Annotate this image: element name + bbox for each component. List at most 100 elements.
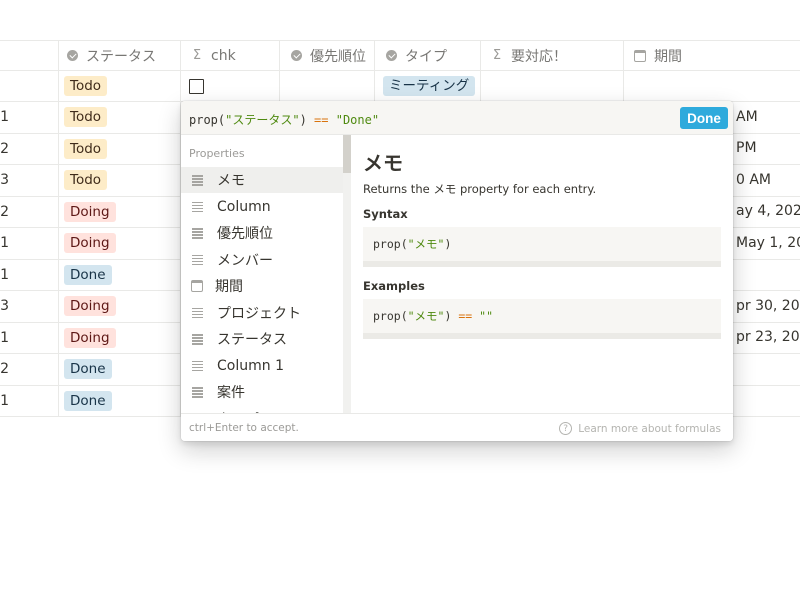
status-cell[interactable]: Todo xyxy=(56,133,181,164)
sigma-icon: Σ xyxy=(192,48,202,63)
properties-title: Properties xyxy=(189,147,245,160)
title-cell[interactable]: 2 xyxy=(0,354,59,385)
status-cell[interactable]: Todo xyxy=(56,71,181,101)
learn-more-link[interactable]: ? Learn more about formulas xyxy=(559,422,721,435)
checkbox[interactable] xyxy=(189,78,204,94)
status-cell[interactable]: Doing xyxy=(56,196,181,227)
property-item[interactable]: ステータス xyxy=(181,326,343,352)
row-number: 3 xyxy=(0,172,9,189)
select-icon xyxy=(64,48,80,64)
date-value: AM xyxy=(736,108,758,125)
text-lines-icon xyxy=(191,332,205,346)
scrollbar-thumb[interactable] xyxy=(343,135,351,173)
header-label: タイプ xyxy=(405,48,447,65)
row-number: 1 xyxy=(0,329,9,346)
status-badge: Todo xyxy=(64,76,108,96)
title-cell[interactable]: 2 xyxy=(0,196,59,227)
help-icon: ? xyxy=(559,422,573,435)
title-cell[interactable]: 3 xyxy=(0,291,59,322)
row-number: 1 xyxy=(0,235,9,252)
title-cell[interactable] xyxy=(0,71,59,101)
text-lines-icon xyxy=(191,226,205,240)
status-badge: Doing xyxy=(64,233,116,254)
property-item[interactable]: Column 1 xyxy=(181,353,343,379)
header-cell-title[interactable] xyxy=(0,41,59,70)
header-type[interactable]: タイプ xyxy=(375,41,481,70)
type-cell[interactable]: ミーティング xyxy=(375,71,481,101)
text-lines-icon xyxy=(191,385,205,399)
text-lines-icon xyxy=(191,200,205,214)
title-cell[interactable]: 1 xyxy=(0,322,59,353)
property-item[interactable]: 優先順位 xyxy=(181,220,343,246)
date-value: pr 30, 2021 xyxy=(736,297,800,314)
code-operator: == xyxy=(458,309,473,323)
row-number: 1 xyxy=(0,109,9,126)
row-number: 1 xyxy=(0,266,9,283)
code-close: ) xyxy=(444,237,452,251)
header-label: 要対応！ xyxy=(511,48,567,65)
syntax-code: prop("メモ") xyxy=(363,227,721,267)
row-number: 1 xyxy=(0,392,9,409)
row-number: 2 xyxy=(0,140,9,157)
property-item[interactable]: Column xyxy=(181,194,343,220)
code-fn: prop( xyxy=(373,237,408,251)
chk-cell[interactable] xyxy=(181,71,280,101)
property-label: 優先順位 xyxy=(217,226,273,242)
property-label: メモ xyxy=(217,173,245,189)
status-cell[interactable]: Doing xyxy=(56,291,181,322)
type-badge: ミーティング xyxy=(383,76,476,96)
syntax-heading: Syntax xyxy=(363,207,408,221)
header-status[interactable]: ステータス xyxy=(56,41,181,70)
header-chk[interactable]: Σ chk xyxy=(181,41,280,70)
title-cell[interactable]: 1 xyxy=(0,102,59,133)
status-cell[interactable]: Todo xyxy=(56,102,181,133)
status-badge: Todo xyxy=(64,107,108,128)
status-badge: Done xyxy=(64,359,112,380)
status-cell[interactable]: Done xyxy=(56,385,181,416)
property-item[interactable]: メンバー xyxy=(181,247,343,273)
property-item[interactable]: 案件 xyxy=(181,379,343,405)
row-number: 2 xyxy=(0,361,9,378)
header-label: ステータス xyxy=(86,48,156,65)
calendar-icon xyxy=(191,280,203,292)
header-period[interactable]: 期間 xyxy=(624,41,800,70)
done-button[interactable]: Done xyxy=(680,107,728,129)
title-cell[interactable]: 1 xyxy=(0,385,59,416)
detail-panel: メモ Returns the メモ property for each entr… xyxy=(351,135,733,413)
status-cell[interactable]: Doing xyxy=(56,228,181,259)
property-item[interactable]: メモ xyxy=(181,167,343,193)
learn-more-label: Learn more about formulas xyxy=(578,422,721,435)
text-lines-icon xyxy=(191,253,205,267)
property-item[interactable]: 期間 xyxy=(181,273,343,299)
formula-operator: == xyxy=(314,113,329,127)
property-item[interactable]: プロジェクト xyxy=(181,300,343,326)
status-cell[interactable]: Todo xyxy=(56,165,181,196)
header-label: 優先順位 xyxy=(310,48,366,65)
status-cell[interactable]: Done xyxy=(56,259,181,290)
formula-input[interactable]: prop("ステータス") == "Done" Done xyxy=(181,101,733,135)
title-cell[interactable]: 2 xyxy=(0,133,59,164)
formula-arg: "ステータス" xyxy=(225,113,300,127)
title-cell[interactable]: 3 xyxy=(0,165,59,196)
priority-cell[interactable] xyxy=(280,71,375,101)
status-cell[interactable]: Doing xyxy=(56,322,181,353)
properties-scrollbar[interactable] xyxy=(343,135,351,413)
action-cell[interactable] xyxy=(481,71,624,101)
table-header-row: ステータス Σ chk 優先順位 タイプ Σ 要対応！ 期間 xyxy=(0,40,800,71)
period-cell[interactable] xyxy=(624,71,800,101)
date-value: 0 AM xyxy=(736,171,772,188)
title-cell[interactable]: 1 xyxy=(0,228,59,259)
examples-heading: Examples xyxy=(363,279,425,293)
formula-text[interactable]: prop("ステータス") == "Done" xyxy=(189,111,379,128)
header-priority[interactable]: 優先順位 xyxy=(280,41,375,70)
header-action[interactable]: Σ 要対応！ xyxy=(481,41,624,70)
property-label: ステータス xyxy=(217,332,287,348)
property-item[interactable]: タイプ xyxy=(181,406,343,414)
detail-description: Returns the メモ property for each entry. xyxy=(363,182,597,196)
code-close: ) xyxy=(444,309,452,323)
table-row[interactable]: Todo ミーティング xyxy=(0,71,800,102)
title-cell[interactable]: 1 xyxy=(0,259,59,290)
example-code: prop("メモ") == "" xyxy=(363,299,721,339)
status-cell[interactable]: Done xyxy=(56,354,181,385)
text-lines-icon xyxy=(191,359,205,373)
